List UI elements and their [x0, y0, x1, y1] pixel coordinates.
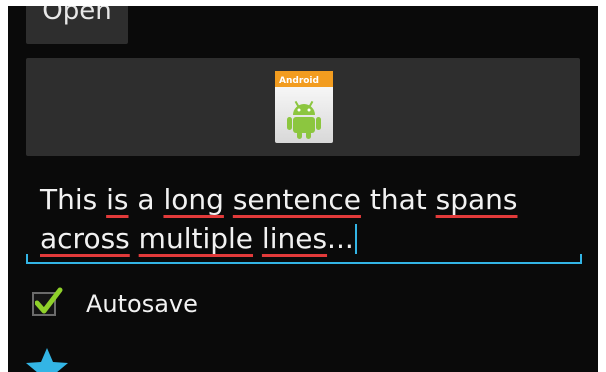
app-screen: Open Android This is a long sentence tha…: [8, 6, 598, 372]
misspelled-word-is: is: [106, 183, 129, 216]
word-that: that: [360, 183, 436, 216]
ellipsis: ...: [327, 222, 354, 255]
open-button[interactable]: Open: [26, 6, 128, 44]
text-input[interactable]: This is a long sentence that spans acros…: [26, 176, 582, 266]
misspelled-word-lines: lines: [261, 222, 328, 255]
misspelled-word-spans: spans: [435, 183, 518, 216]
android-app-icon: Android: [275, 71, 333, 143]
misspelled-word-multiple: multiple: [138, 222, 254, 255]
misspelled-word-across: across: [40, 222, 130, 255]
autosave-checkbox[interactable]: [32, 287, 63, 316]
misspelled-word-sentence: sentence: [232, 183, 361, 216]
misspelled-word-long: long: [163, 183, 224, 216]
underline-left-tick: [26, 254, 28, 264]
text-cursor: [354, 224, 357, 254]
text-input-underline: [26, 254, 582, 264]
autosave-checkbox-row[interactable]: Autosave: [32, 284, 198, 324]
android-icon-text: Android: [279, 76, 319, 86]
underline-right-tick: [580, 254, 582, 264]
word-a: a: [128, 183, 164, 216]
text-line-1: This is a long sentence that spans: [40, 186, 517, 214]
star-icon[interactable]: [24, 346, 70, 372]
open-button-label: Open: [42, 6, 112, 26]
checkmark-icon: [35, 287, 63, 314]
word-this: This: [40, 183, 107, 216]
text-line-2: across multiple lines...: [40, 224, 357, 254]
autosave-label: Autosave: [86, 290, 198, 318]
image-button[interactable]: Android: [26, 58, 580, 156]
